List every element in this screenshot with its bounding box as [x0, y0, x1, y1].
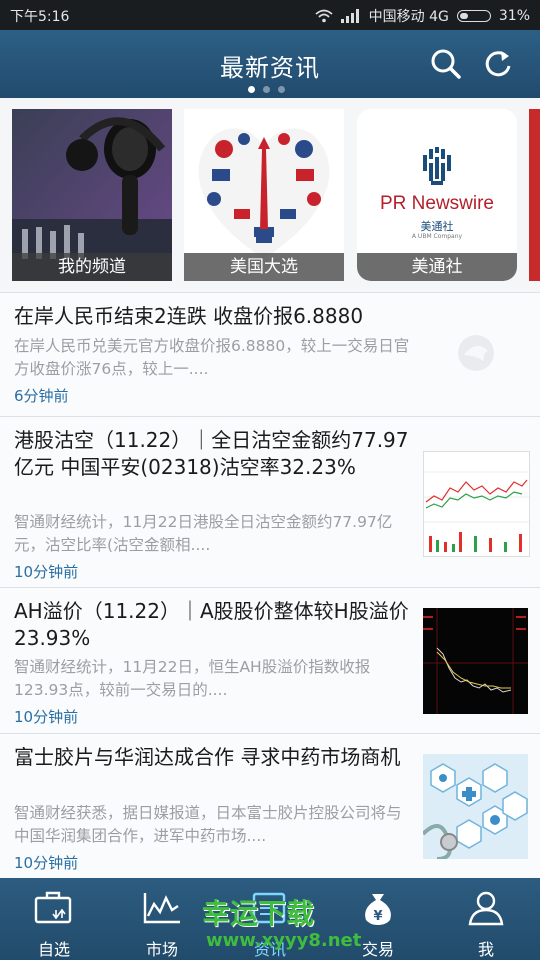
- stock-chart-dark: [423, 608, 528, 714]
- channel-label: 美国大选: [184, 253, 344, 281]
- watermark-text: 幸运下载: [202, 897, 315, 930]
- battery-icon: [456, 10, 491, 22]
- battery-percent: 31%: [498, 8, 530, 24]
- news-item[interactable]: 富士胶片与华润达成合作 寻求中药市场商机 智通财经获悉，据日媒报道，日本富士胶片…: [0, 734, 540, 879]
- news-summary: 智通财经统计，11月22日，恒生AH股溢价指数收报123.93点，较前一交易日的…: [14, 658, 371, 699]
- page-dot: [248, 86, 255, 93]
- tab-label: 市场: [145, 940, 178, 959]
- news-thumbnail: [423, 451, 530, 557]
- tab-watchlist[interactable]: 自选: [0, 878, 108, 960]
- search-button[interactable]: [426, 44, 466, 84]
- news-thumbnail: [423, 608, 528, 714]
- news-item[interactable]: 港股沽空（11.22）｜全日沽空金额约77.97亿元 中国平安(02318)沽空…: [0, 417, 540, 588]
- page-dot: [263, 86, 270, 93]
- tab-label: 自选: [37, 940, 70, 959]
- news-summary: 在岸人民币兑美元官方收盘价报6.8880，较上一交易日官方收盘价涨76点，较上一…: [14, 337, 410, 378]
- news-summary: 智通财经获悉，据日媒报道，日本富士胶片控股公司将与中国华润集团合作，进军中药市场…: [14, 804, 402, 845]
- news-title: 在岸人民币结束2连跌 收盘价报6.8880: [14, 304, 364, 328]
- tab-me[interactable]: 我: [432, 878, 540, 960]
- tab-market[interactable]: 市场: [108, 878, 216, 960]
- channel-carousel[interactable]: 我的频道 美国大选 PR Newswire 美通社 A UBM Company …: [0, 98, 540, 293]
- channel-label: 美通社: [357, 253, 517, 281]
- news-title: 富士胶片与华润达成合作 寻求中药市场商机: [14, 745, 401, 769]
- pr-newswire-name: PR Newswire: [379, 193, 495, 214]
- search-icon: [431, 49, 461, 79]
- channel-card-us-election[interactable]: 美国大选: [184, 109, 344, 281]
- news-time: 10分钟前: [14, 563, 79, 581]
- news-item[interactable]: 在岸人民币结束2连跌 收盘价报6.8880 在岸人民币兑美元官方收盘价报6.88…: [0, 293, 540, 417]
- channel-card-next[interactable]: [529, 109, 540, 281]
- pr-newswire-sub: A UBM Company: [411, 233, 463, 240]
- status-bar: 下午5:16 中国移动 4G 31%: [0, 0, 540, 30]
- channel-card-pr-newswire[interactable]: PR Newswire 美通社 A UBM Company 美通社: [357, 109, 517, 281]
- app-header: 最新资讯: [0, 30, 540, 98]
- briefcase-icon: [34, 891, 72, 924]
- wifi-icon: [315, 9, 333, 23]
- news-time: 10分钟前: [14, 854, 79, 872]
- money-bag-icon: ¥: [365, 894, 391, 925]
- channel-card-my-channels[interactable]: 我的频道: [12, 109, 172, 281]
- pr-newswire-cn: 美通社: [420, 220, 454, 233]
- placeholder-logo-icon: [458, 335, 494, 371]
- refresh-button[interactable]: [478, 44, 518, 84]
- status-time: 下午5:16: [10, 9, 70, 25]
- tab-label: 我: [477, 940, 494, 959]
- globe-logo-icon: [423, 147, 451, 185]
- news-time: 6分钟前: [14, 387, 69, 405]
- refresh-icon: [485, 51, 511, 77]
- medical-hexagon-illustration: [423, 754, 528, 859]
- channel-label: 我的频道: [12, 253, 172, 281]
- svg-text:¥: ¥: [373, 909, 382, 924]
- pr-newswire-logo: PR Newswire 美通社 A UBM Company: [357, 109, 517, 253]
- carrier-label: 中国移动 4G: [368, 9, 449, 25]
- news-title: AH溢价（11.22）｜A股股价整体较H股溢价23.93%: [14, 599, 409, 650]
- status-right: 中国移动 4G 31%: [315, 6, 530, 26]
- stock-chart-light: [424, 452, 529, 556]
- news-title: 港股沽空（11.22）｜全日沽空金额约77.97亿元 中国平安(02318)沽空…: [14, 428, 409, 479]
- news-summary: 智通财经统计，11月22日港股全日沽空金额约77.97亿元，沽空比率(沽空金额相…: [14, 513, 393, 554]
- user-icon: [468, 891, 504, 926]
- page-indicator: [248, 86, 285, 93]
- watermark-url: www.xyyy8.net: [206, 930, 362, 951]
- news-time: 10分钟前: [14, 708, 79, 726]
- news-item[interactable]: AH溢价（11.22）｜A股股价整体较H股溢价23.93% 智通财经统计，11月…: [0, 588, 540, 734]
- signal-icon: [340, 9, 359, 23]
- page-dot: [278, 86, 285, 93]
- chart-icon: [143, 893, 180, 924]
- news-thumbnail: [423, 754, 528, 859]
